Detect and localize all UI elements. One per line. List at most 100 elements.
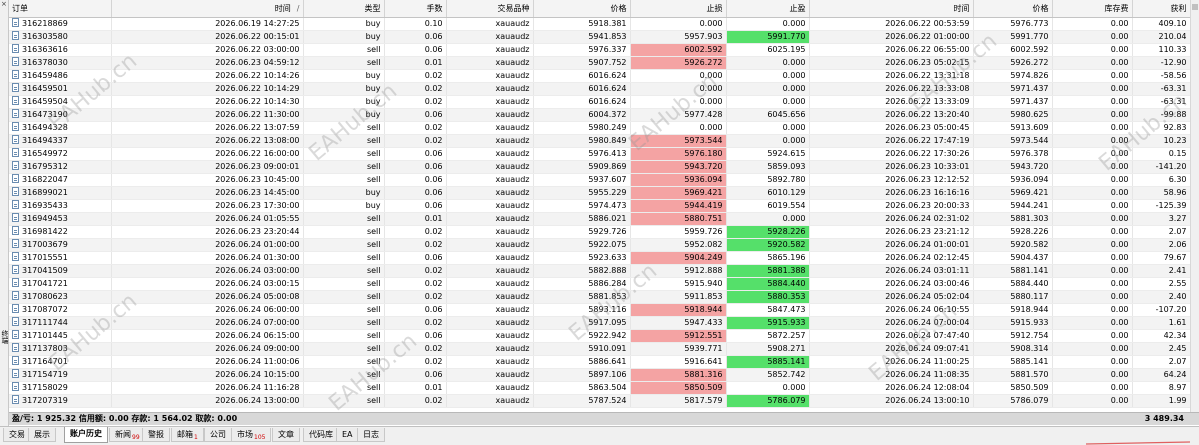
cell-lots: 0.06 xyxy=(384,329,447,343)
table-row[interactable]: 316795312 2026.06.23 09:00:01 sell 0.06 xaua… xyxy=(9,160,1190,174)
document-icon xyxy=(12,290,19,300)
tab-9[interactable]: 代码库 xyxy=(303,428,339,442)
table-row[interactable]: 316899021 2026.06.23 14:45:00 buy 0.06 xauau… xyxy=(9,186,1190,200)
close-icon[interactable]: × xyxy=(1,1,7,8)
cell-sl: 5911.853 xyxy=(630,290,727,304)
cell-swap: 0.00 xyxy=(1052,199,1133,213)
table-row[interactable]: 317015551 2026.06.24 01:30:00 sell 0.06 xaua… xyxy=(9,251,1190,265)
cell-close-time: 2026.06.24 13:00:10 xyxy=(809,394,974,408)
col-header-profit[interactable]: 获利 xyxy=(1132,0,1190,18)
table-row[interactable]: 316494328 2026.06.22 13:07:59 sell 0.02 xaua… xyxy=(9,121,1190,135)
cell-open-price: 5974.473 xyxy=(533,199,631,213)
table-row[interactable]: 316494337 2026.06.22 13:08:00 sell 0.02 xaua… xyxy=(9,134,1190,148)
tab-6[interactable]: 公司 xyxy=(204,428,232,442)
tab-3[interactable]: 新闻99 xyxy=(109,428,146,442)
cell-order: 317087072 xyxy=(9,303,112,317)
cell-lots: 0.06 xyxy=(384,173,447,187)
tab-11[interactable]: 日志 xyxy=(357,428,385,442)
document-icon xyxy=(12,186,19,196)
cell-open-time: 2026.06.24 11:16:28 xyxy=(111,381,304,395)
col-header-open-time[interactable]: 时间 / xyxy=(111,0,304,18)
tab-1[interactable]: 展示 xyxy=(28,428,56,442)
table-row[interactable]: 317111744 2026.06.24 07:00:00 sell 0.02 xaua… xyxy=(9,316,1190,330)
cell-close-price: 5976.378 xyxy=(973,147,1053,161)
table-row[interactable]: 317041721 2026.06.24 03:00:15 sell 0.02 xaua… xyxy=(9,277,1190,291)
cell-symbol: xauaudz xyxy=(446,160,534,174)
table-row[interactable]: 317087072 2026.06.24 06:00:00 sell 0.06 xaua… xyxy=(9,303,1190,317)
cell-profit: 2.40 xyxy=(1132,290,1190,304)
table-row[interactable]: 317080623 2026.06.24 05:00:08 sell 0.02 xaua… xyxy=(9,290,1190,304)
col-header-sl[interactable]: 止损 xyxy=(630,0,727,18)
document-icon xyxy=(12,355,19,365)
table-row[interactable]: 316473190 2026.06.22 11:30:00 buy 0.06 xauau… xyxy=(9,108,1190,122)
table-row[interactable]: 316822047 2026.06.23 10:45:00 sell 0.06 xaua… xyxy=(9,173,1190,187)
col-header-tp[interactable]: 止盈 xyxy=(726,0,810,18)
table-row[interactable]: 317003679 2026.06.24 01:00:00 sell 0.02 xaua… xyxy=(9,238,1190,252)
tab-2[interactable]: 账户历史 xyxy=(64,427,108,443)
table-row[interactable]: 316363616 2026.06.22 03:00:00 sell 0.06 xaua… xyxy=(9,43,1190,57)
cell-lots: 0.02 xyxy=(384,225,447,239)
scrollbar-thumb[interactable] xyxy=(1192,4,1198,10)
tab-label: 公司 xyxy=(210,430,226,439)
tab-7[interactable]: 市场105 xyxy=(231,428,272,442)
table-row[interactable]: 316935433 2026.06.23 17:30:00 buy 0.06 xauau… xyxy=(9,199,1190,213)
table-row[interactable]: 316459486 2026.06.22 10:14:26 buy 0.02 xauau… xyxy=(9,69,1190,83)
cell-tp: 0.000 xyxy=(726,134,810,148)
cell-swap: 0.00 xyxy=(1052,147,1133,161)
tab-5[interactable]: 邮箱1 xyxy=(171,428,204,442)
col-header-type[interactable]: 类型 xyxy=(303,0,385,18)
cell-type: sell xyxy=(303,290,385,304)
cell-symbol: xauaudz xyxy=(446,108,534,122)
tab-10[interactable]: EA xyxy=(336,428,359,442)
table-row[interactable]: 316378030 2026.06.23 04:59:12 sell 0.01 xaua… xyxy=(9,56,1190,70)
table-row[interactable]: 316459501 2026.06.22 10:14:29 buy 0.02 xauau… xyxy=(9,82,1190,96)
cell-lots: 0.06 xyxy=(384,108,447,122)
cell-close-time: 2026.06.24 05:02:04 xyxy=(809,290,974,304)
cell-close-time: 2026.06.24 03:01:11 xyxy=(809,264,974,278)
cell-tp: 0.000 xyxy=(726,95,810,109)
cell-open-time: 2026.06.24 03:00:15 xyxy=(111,277,304,291)
cell-type: buy xyxy=(303,17,385,31)
col-header-swap[interactable]: 库存费 xyxy=(1052,0,1133,18)
tab-label: 文章 xyxy=(278,430,294,439)
cell-close-price: 5915.933 xyxy=(973,316,1053,330)
vertical-scrollbar[interactable] xyxy=(1190,0,1199,412)
document-icon xyxy=(12,69,19,79)
tab-label: EA xyxy=(342,430,353,439)
table-row[interactable]: 317154719 2026.06.24 10:15:00 sell 0.06 xaua… xyxy=(9,368,1190,382)
table-row[interactable]: 316218869 2026.06.19 14:27:25 buy 0.10 xauau… xyxy=(9,17,1190,31)
table-row[interactable]: 317164701 2026.06.24 11:00:06 sell 0.02 xaua… xyxy=(9,355,1190,369)
cell-profit: -63.31 xyxy=(1132,95,1190,109)
table-row[interactable]: 317207319 2026.06.24 13:00:00 sell 0.02 xaua… xyxy=(9,394,1190,408)
col-header-symbol[interactable]: 交易品种 xyxy=(446,0,534,18)
cell-order: 317164701 xyxy=(9,355,112,369)
cell-order: 316494328 xyxy=(9,121,112,135)
cell-symbol: xauaudz xyxy=(446,134,534,148)
cell-symbol: xauaudz xyxy=(446,121,534,135)
table-row[interactable]: 317041509 2026.06.24 03:00:00 sell 0.02 xaua… xyxy=(9,264,1190,278)
tab-4[interactable]: 警报 xyxy=(142,428,170,442)
tab-8[interactable]: 文章 xyxy=(272,428,300,442)
tab-0[interactable]: 交易 xyxy=(3,428,31,442)
table-row[interactable]: 316949453 2026.06.24 01:05:55 sell 0.01 xaua… xyxy=(9,212,1190,226)
cell-sl: 5973.544 xyxy=(630,134,727,148)
table-row[interactable]: 316549972 2026.06.22 16:00:00 sell 0.06 xaua… xyxy=(9,147,1190,161)
table-body: 316218869 2026.06.19 14:27:25 buy 0.10 xauau… xyxy=(9,17,1190,408)
cell-type: sell xyxy=(303,212,385,226)
table-row[interactable]: 317101445 2026.06.24 06:15:00 sell 0.06 xaua… xyxy=(9,329,1190,343)
tab-label: 市场 xyxy=(237,430,253,439)
col-header-close-price[interactable]: 价格 xyxy=(973,0,1053,18)
table-row[interactable]: 316303580 2026.06.22 00:15:01 buy 0.06 xauau… xyxy=(9,30,1190,44)
cell-profit: 42.34 xyxy=(1132,329,1190,343)
col-header-open-price[interactable]: 价格 xyxy=(533,0,631,18)
cell-lots: 0.02 xyxy=(384,134,447,148)
col-header-close-time[interactable]: 时间 xyxy=(809,0,974,18)
table-row[interactable]: 316981422 2026.06.23 23:20:44 sell 0.02 xaua… xyxy=(9,225,1190,239)
table-row[interactable]: 317137803 2026.06.24 09:00:00 sell 0.02 xaua… xyxy=(9,342,1190,356)
table-row[interactable]: 317158029 2026.06.24 11:16:28 sell 0.01 xaua… xyxy=(9,381,1190,395)
cell-open-time: 2026.06.24 01:05:55 xyxy=(111,212,304,226)
col-header-order[interactable]: 订单 xyxy=(9,0,112,18)
col-header-lots[interactable]: 手数 xyxy=(384,0,447,18)
table-row[interactable]: 316459504 2026.06.22 10:14:30 buy 0.02 xauau… xyxy=(9,95,1190,109)
document-icon xyxy=(12,95,19,105)
